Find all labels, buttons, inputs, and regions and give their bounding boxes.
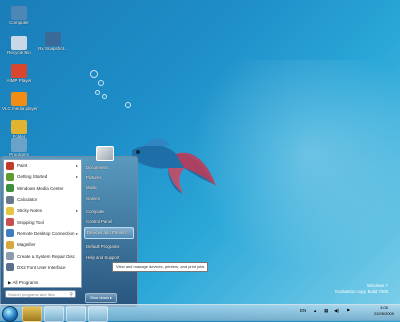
start-menu-program[interactable]: Create a System Repair Disc <box>4 250 81 261</box>
program-icon <box>6 263 14 272</box>
start-menu-right-column: Documents Pictures Music Games Computer Contr… <box>84 163 134 263</box>
program-label: Calculator <box>17 197 38 203</box>
windows-watermark: Windows 7 Evaluation copy. Build 7000 <box>335 283 388 295</box>
start-menu-program[interactable]: Snipping Tool <box>4 216 81 227</box>
start-menu-program[interactable]: Paint ▸ <box>4 160 81 171</box>
program-icon <box>6 161 14 170</box>
program-label: Magnifier <box>17 242 36 248</box>
bubble <box>125 102 131 108</box>
start-menu-program[interactable]: Remote Desktop Connection ▸ <box>4 228 81 239</box>
tray-arrow-icon[interactable]: ▴ <box>314 308 316 314</box>
bubble <box>102 94 107 99</box>
shutdown-label: Shut down <box>89 295 109 300</box>
submenu-arrow-icon: ▸ <box>75 230 78 236</box>
volume-icon[interactable]: ◀) <box>334 308 339 314</box>
submenu-arrow-icon: ▸ <box>75 163 78 169</box>
desktop-icon[interactable]: Computer <box>2 6 36 26</box>
start-menu-program[interactable]: DX2 Font User Interface <box>4 262 81 273</box>
program-icon <box>6 218 14 227</box>
all-programs-label: All Programs <box>12 280 39 285</box>
start-menu-program-list: Paint ▸ Getting Started ▸ Windows Media Cent… <box>3 159 82 288</box>
desktop-icon-image <box>11 138 27 152</box>
desktop-icon-image <box>11 92 27 106</box>
bubble <box>90 70 98 78</box>
desktop-icon-label: Computer <box>9 20 29 25</box>
start-menu-link[interactable]: Devices and Printers <box>84 227 134 240</box>
start-menu-program[interactable]: Sticky Notes ▸ <box>4 205 81 216</box>
triangle-right-icon: ▶ <box>8 280 12 285</box>
desktop-icon[interactable]: VLC media player <box>2 92 38 112</box>
search-icon: ⚲ <box>69 292 73 298</box>
user-picture <box>96 146 114 161</box>
desktop-icon[interactable]: AIMP Player <box>2 64 36 84</box>
start-menu-link[interactable]: Music <box>84 183 134 193</box>
search-placeholder: Search programs and files <box>8 292 55 297</box>
watermark-line2: Evaluation copy. Build 7000 <box>335 289 388 294</box>
bubble <box>95 90 100 95</box>
program-icon <box>6 172 14 181</box>
start-search-input[interactable]: Search programs and files ⚲ <box>5 290 76 298</box>
desktop-icon-label: Rx Snapshot... <box>38 46 68 51</box>
start-menu-program[interactable]: Magnifier <box>4 239 81 250</box>
desktop-icon[interactable]: Rx Snapshot... <box>36 32 70 52</box>
desktop-icon-image <box>11 6 27 20</box>
start-menu-program[interactable]: Windows Media Center <box>4 183 81 194</box>
desktop-icon-label: Recycle Bin <box>7 50 31 55</box>
start-menu-link[interactable]: Default Programs <box>84 242 134 252</box>
start-menu-link[interactable]: Control Panel <box>84 217 134 227</box>
program-label: Remote Desktop Connection <box>17 230 75 236</box>
flag-icon[interactable]: ⚑ <box>346 308 350 314</box>
start-menu-link[interactable]: Documents <box>84 163 134 173</box>
language-indicator[interactable]: EN <box>300 308 306 313</box>
start-menu: Paint ▸ Getting Started ▸ Windows Media Cent… <box>0 156 138 308</box>
desktop-icon-label: VLC media player <box>2 106 38 111</box>
taskbar <box>0 304 400 322</box>
start-menu-link[interactable]: Pictures <box>84 173 134 183</box>
program-label: Sticky Notes <box>17 208 43 214</box>
start-menu-program[interactable]: Getting Started ▸ <box>4 171 81 182</box>
shutdown-button[interactable]: Shut down ▸ <box>85 293 117 303</box>
program-icon <box>6 184 14 193</box>
desktop-icon[interactable]: Recycle Bin <box>2 36 36 56</box>
desktop-icon-image <box>45 32 61 46</box>
bubble <box>98 80 104 86</box>
desktop-icon-label: AIMP Player <box>6 78 32 83</box>
program-label: Paint <box>17 163 28 169</box>
program-icon <box>6 206 14 215</box>
desktop-icon-image <box>11 64 27 78</box>
desktop-icon-image <box>11 120 27 134</box>
submenu-arrow-icon: ▸ <box>75 208 78 214</box>
desktop-icon[interactable]: Programs <box>2 138 36 158</box>
tooltip: View and manage devices, printers, and p… <box>112 262 209 272</box>
desktop-icon-image <box>11 36 27 50</box>
submenu-arrow-icon: ▸ <box>75 174 78 180</box>
start-menu-link[interactable]: Computer <box>84 207 134 217</box>
program-icon <box>6 240 14 249</box>
program-icon <box>6 195 14 204</box>
desktop-icon[interactable]: Folder <box>2 120 36 140</box>
start-menu-link[interactable]: Games <box>84 194 134 204</box>
program-icon <box>6 252 14 261</box>
network-icon[interactable]: ▦ <box>324 308 328 314</box>
program-label: Getting Started <box>17 174 48 180</box>
clock[interactable]: 3:05 22/05/2009 <box>374 305 394 317</box>
program-label: Snipping Tool <box>17 219 44 225</box>
program-label: DX2 Font User Interface <box>17 264 66 270</box>
program-label: Windows Media Center <box>17 185 64 191</box>
program-icon <box>6 229 14 238</box>
program-label: Create a System Repair Disc <box>17 253 76 259</box>
start-menu-program[interactable]: Calculator <box>4 194 81 205</box>
all-programs-button[interactable]: ▶ All Programs <box>8 280 38 286</box>
clock-date: 22/05/2009 <box>373 311 394 316</box>
